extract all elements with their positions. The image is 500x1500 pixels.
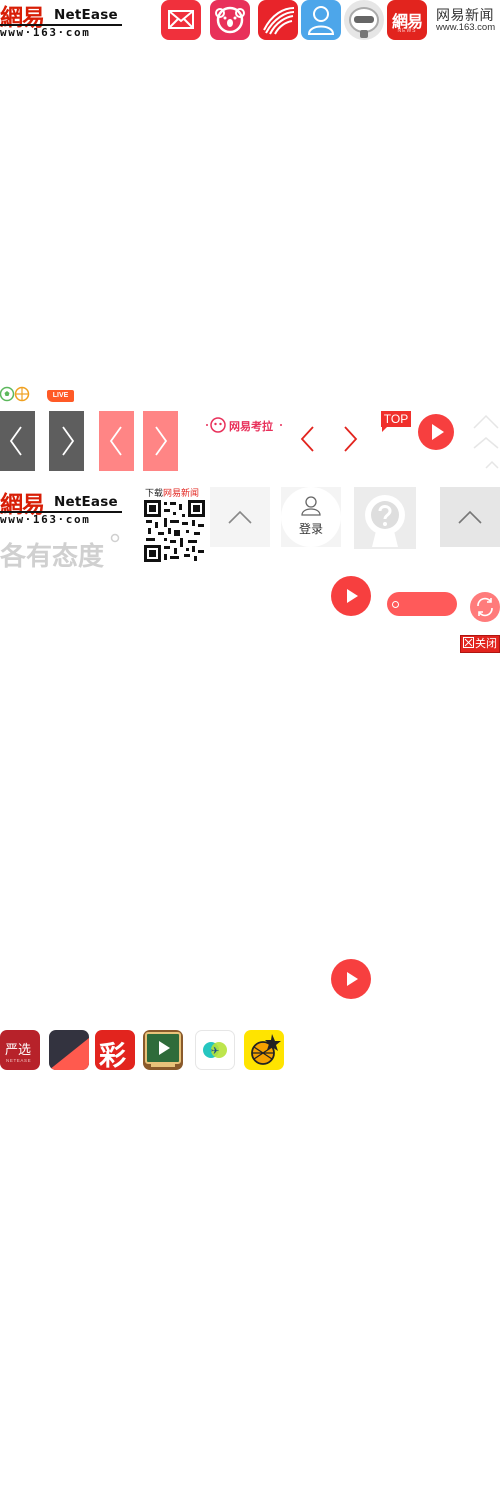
qr-label: 下载网易新闻 [145,486,199,499]
football-basketball-icon [0,386,30,402]
live-badge: LIVE [47,390,74,402]
qr-label-prefix: 下载 [145,488,164,498]
mail-icon[interactable] [161,0,201,40]
lottery-app-icon[interactable]: 彩 [95,1030,135,1070]
translate-app-icon[interactable]: ✈ [195,1030,235,1070]
stocks-app-icon[interactable] [49,1030,89,1070]
play-button[interactable] [418,414,454,450]
news-app-sub: NEWS [397,28,417,34]
pineapple-app-icon[interactable] [244,1030,284,1070]
yanxuan-sub: NETEASE [6,1058,32,1063]
open-course-app-icon[interactable] [143,1030,183,1070]
prev-arrow-red-icon[interactable] [298,425,318,453]
logo-english: NetEase [54,494,118,510]
koala-icon[interactable] [210,0,250,40]
logo-english: NetEase [54,7,118,23]
refresh-icon [477,597,493,617]
svg-text:✈: ✈ [211,1046,219,1057]
faint-chevron-icons [472,414,500,470]
airline-icon[interactable] [258,0,298,40]
back-to-top-badge[interactable]: TOP [381,411,411,427]
next-arrow-red-icon[interactable] [340,425,360,453]
login-label: 登录 [298,522,323,536]
next-arrow-dark-button[interactable] [49,411,84,471]
slogan: 各有态度 [0,542,105,572]
play-button-large-secondary[interactable] [331,959,371,999]
placeholder-avatar [354,487,416,549]
sports-icons [0,386,32,402]
qr-code-image [144,500,205,562]
close-button[interactable]: 关闭 [460,635,500,653]
login-user-icon [301,496,321,516]
question-avatar-icon [365,495,405,547]
scroll-up-dark-button[interactable] [440,487,500,547]
robot-avatar-icon[interactable] [344,0,384,40]
kaola-label: 网易考拉 [229,421,273,433]
yanxuan-app-icon[interactable]: 严选 NETEASE [0,1030,40,1070]
progress-pill[interactable] [387,592,457,616]
slogan-degree-icon [110,530,120,543]
kaola-brand: 网易考拉 [204,415,284,435]
yanxuan-label: 严选 [5,1043,32,1058]
play-button-large[interactable] [331,576,371,616]
user-icon[interactable] [301,0,341,40]
prev-arrow-dark-button[interactable] [0,411,35,471]
scroll-up-button[interactable] [210,487,270,547]
qr-label-highlight: 网易新闻 [163,488,200,498]
news-app-icon[interactable]: 網易 NEWS [387,0,427,40]
prev-arrow-pink-button[interactable] [99,411,134,471]
lottery-label: 彩 [99,1041,126,1070]
netease-logo[interactable]: 網易 NetEase www·163·com [0,0,124,40]
refresh-button[interactable] [470,592,500,622]
top-badge-tail [382,427,387,432]
logo-url: www·163·com [0,513,91,526]
brand-url: www.163.com [436,22,496,33]
next-arrow-pink-button[interactable] [143,411,178,471]
login-button[interactable]: 登录 [281,487,341,547]
logo-url: www·163·com [0,26,91,39]
close-x-icon [463,637,474,648]
close-label: 关闭 [475,638,497,650]
netease-logo-secondary[interactable]: 網易 NetEase www·163·com [0,487,124,527]
